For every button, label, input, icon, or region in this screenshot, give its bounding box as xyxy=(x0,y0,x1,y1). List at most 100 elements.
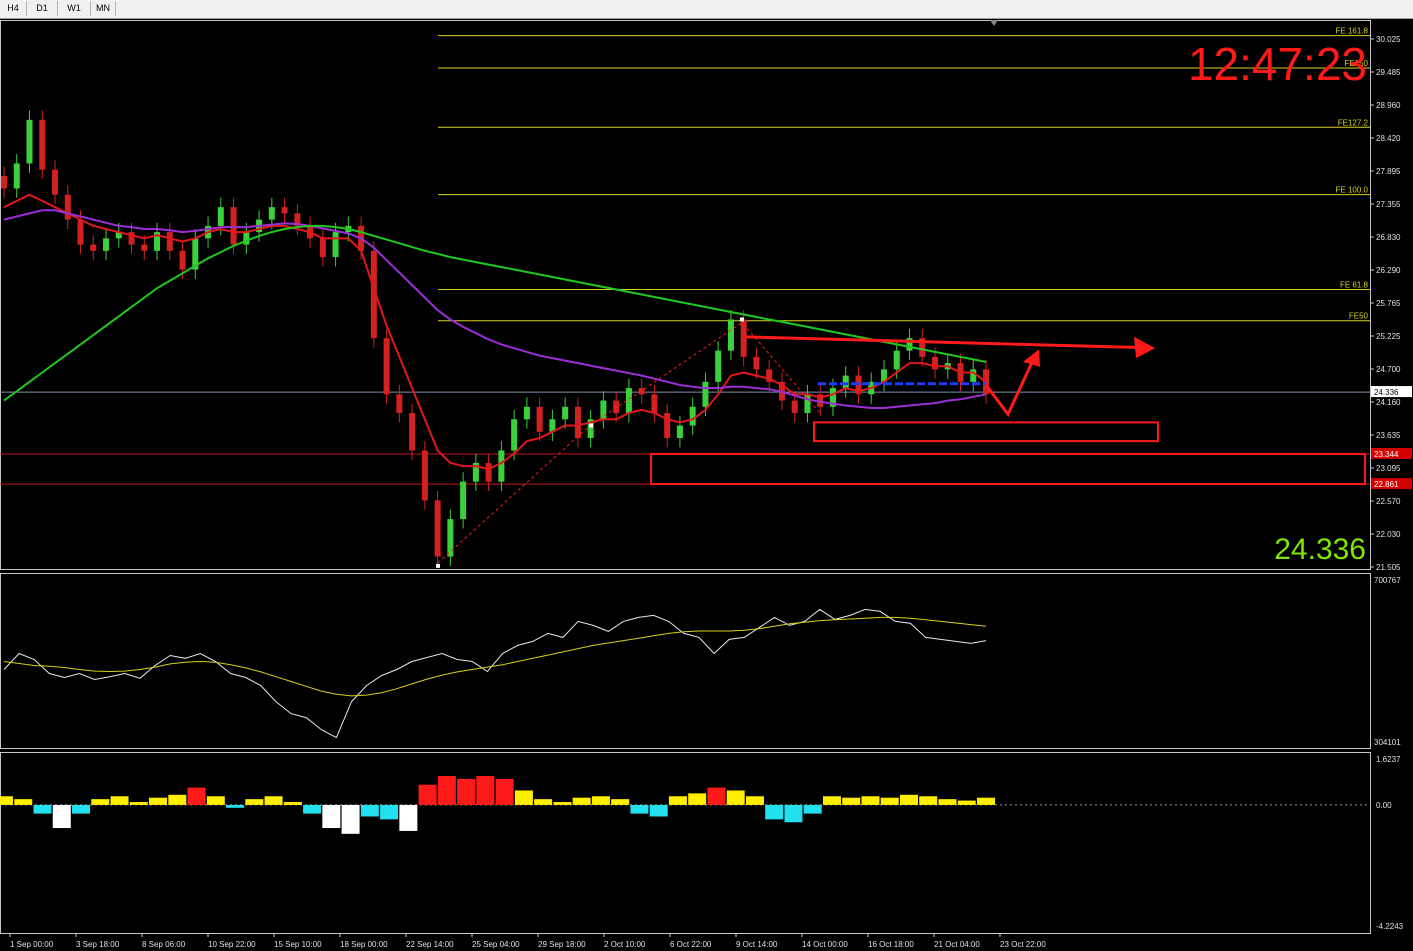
histogram-bar xyxy=(303,804,322,814)
histogram-bar xyxy=(957,800,976,805)
candle-body xyxy=(1,175,7,189)
moving-average-line-ma_slow xyxy=(3,224,987,402)
histogram-bar xyxy=(745,796,764,805)
histogram-bar xyxy=(842,797,861,805)
candle-body xyxy=(77,219,84,245)
tab-d1[interactable]: D1 xyxy=(27,1,58,16)
trend-arrowhead-icon xyxy=(1134,336,1155,359)
candle-body xyxy=(753,356,760,370)
candle-body xyxy=(702,381,709,407)
candle-body xyxy=(727,319,734,351)
candle-body xyxy=(26,119,33,164)
histogram-bar xyxy=(919,796,938,805)
candle-body xyxy=(166,232,173,251)
price-tick-label: 22.570 xyxy=(1376,497,1401,506)
candle-body xyxy=(447,519,454,557)
trend-arrow-line xyxy=(745,335,1141,350)
histogram-bar xyxy=(572,797,591,805)
price-tick-label: 23.635 xyxy=(1376,431,1401,440)
price-tick-label: 27.355 xyxy=(1376,200,1401,209)
price-tick-label: 25.765 xyxy=(1376,299,1401,308)
histogram-bar xyxy=(283,802,302,805)
histogram-bar xyxy=(187,787,206,805)
price-tick-label: 22.030 xyxy=(1376,530,1401,539)
candle-body xyxy=(141,244,148,251)
fib-label: FE127.2 xyxy=(1338,118,1369,127)
price-tick-label: 28.960 xyxy=(1376,101,1401,110)
chart-area[interactable]: FE 161.8FE150FE127.2FE 100.0FE 61.8FE50 … xyxy=(0,18,1413,951)
server-clock: 12:47:23 xyxy=(1188,38,1367,90)
time-tick-label: 3 Sep 18:00 xyxy=(76,940,120,949)
candle-body xyxy=(421,450,428,501)
fib-label: FE50 xyxy=(1349,312,1369,321)
pivot-marker xyxy=(740,317,744,322)
candle-body xyxy=(970,369,977,382)
histogram-bar xyxy=(399,804,418,831)
oscillator-panel: 700767 304101 xyxy=(3,576,1401,747)
histogram-bar xyxy=(899,794,918,805)
histogram-bar xyxy=(822,796,841,805)
last-price-display: 24.336 xyxy=(1274,533,1366,566)
timeframe-toolbar: H4 D1 W1 MN xyxy=(0,0,1413,19)
histogram-bar xyxy=(33,804,52,814)
histogram-bar xyxy=(861,796,880,805)
pivot-marker xyxy=(436,563,440,568)
histogram-bar xyxy=(803,804,822,814)
candle-body xyxy=(409,413,416,451)
fib-label: FE 161.8 xyxy=(1336,27,1369,36)
price-tick-label: 24.160 xyxy=(1376,398,1401,407)
histogram-bar xyxy=(360,804,379,817)
histogram-bar xyxy=(495,778,514,805)
price-tick-label: 24.700 xyxy=(1376,365,1401,374)
candle-body xyxy=(230,207,237,245)
histogram-bar xyxy=(245,799,264,805)
candle-body xyxy=(893,350,900,370)
candle-body xyxy=(434,500,441,557)
histogram-bar xyxy=(52,804,71,829)
candle-body xyxy=(664,413,671,438)
histogram-bar xyxy=(457,778,476,805)
candle-body xyxy=(625,388,632,414)
candle-body xyxy=(39,119,46,170)
time-tick-label: 18 Sep 00:00 xyxy=(340,940,388,949)
candle-body xyxy=(485,462,492,482)
annotations xyxy=(436,317,1155,568)
price-tick-label: 28.420 xyxy=(1376,134,1401,143)
candle-body xyxy=(383,338,390,395)
histogram-bar xyxy=(591,796,610,805)
time-tick-label: 29 Sep 18:00 xyxy=(538,940,586,949)
time-tick-label: 22 Sep 14:00 xyxy=(406,940,454,949)
candle-body xyxy=(268,207,275,220)
tab-h4[interactable]: H4 xyxy=(0,1,27,16)
price-axis: 30.025 29.485 28.960 28.420 27.895 27.355 26.8… xyxy=(1370,35,1412,572)
oscillator-line xyxy=(3,608,987,739)
time-tick-label: 9 Oct 14:00 xyxy=(736,940,778,949)
candle-body xyxy=(983,369,989,395)
histogram-bar xyxy=(611,799,630,805)
price-tick-label: 26.290 xyxy=(1376,266,1401,275)
candle-body xyxy=(651,394,658,414)
candle-body xyxy=(715,350,722,382)
candle-body xyxy=(804,394,811,414)
tab-w1[interactable]: W1 xyxy=(58,1,91,16)
histogram-zero-label: 0.00 xyxy=(1376,801,1392,810)
histogram-bar xyxy=(110,796,129,805)
candle-body xyxy=(600,400,607,420)
oscillator-max-label: 700767 xyxy=(1374,576,1401,585)
price-tag-label: 22.861 xyxy=(1374,480,1399,489)
forecast-zigzag xyxy=(984,359,1035,418)
oscillator-signal-line xyxy=(3,616,987,697)
histogram-bar xyxy=(688,793,707,805)
candle-body xyxy=(52,169,59,195)
histogram-bar xyxy=(206,796,225,805)
tab-mn[interactable]: MN xyxy=(91,1,116,16)
candle-body xyxy=(281,207,288,214)
candle-body xyxy=(638,388,645,395)
panel-frame-2 xyxy=(0,752,1371,934)
price-tick-label: 30.025 xyxy=(1376,35,1401,44)
candle-body xyxy=(676,425,683,438)
time-axis: 1 Sep 00:00 3 Sep 18:00 8 Sep 06:00 10 Sep … xyxy=(9,933,1046,949)
wave-dashed-line xyxy=(437,321,821,564)
histogram-bar xyxy=(726,790,745,805)
histogram-bar xyxy=(149,797,168,805)
